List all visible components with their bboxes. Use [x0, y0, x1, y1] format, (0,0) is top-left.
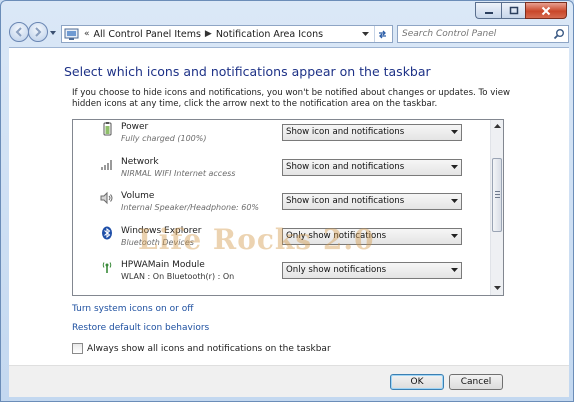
breadcrumb-separator-icon[interactable]: ▶: [205, 29, 212, 39]
always-show-option[interactable]: Always show all icons and notifications …: [72, 343, 331, 354]
thumb-grip: [495, 191, 500, 192]
list-item: HPWAMain Module WLAN : On Bluetooth(r) :…: [73, 258, 491, 292]
arrow-left-icon: [15, 27, 22, 37]
network-icon: [101, 160, 112, 170]
icon-description: WLAN : On Bluetooth(r) : On: [121, 272, 235, 281]
turn-system-icons-link[interactable]: Turn system icons on or off: [72, 304, 193, 314]
chevron-down-icon: [451, 165, 458, 169]
chevron-down-icon: [451, 130, 458, 134]
behavior-dropdown[interactable]: Show icon and notifications: [282, 124, 462, 141]
icon-description: Bluetooth Devices: [121, 238, 194, 247]
list-item: Volume Internal Speaker/Headphone: 60% S…: [73, 189, 491, 223]
volume-icon: [100, 191, 113, 205]
chevron-up-icon: [494, 124, 501, 128]
scroll-down-button[interactable]: [491, 282, 503, 295]
maximize-icon: [509, 6, 518, 15]
behavior-value: Only show notifications: [286, 265, 387, 275]
ok-button[interactable]: OK: [390, 374, 444, 390]
maximize-button[interactable]: [501, 2, 525, 19]
list-item: Power Fully charged (100%) Show icon and…: [73, 120, 491, 154]
address-history-dropdown[interactable]: [358, 26, 372, 42]
always-show-label[interactable]: Always show all icons and notifications …: [87, 344, 331, 354]
icon-description: Internal Speaker/Headphone: 60%: [121, 203, 260, 212]
breadcrumb-all-control-panel-items[interactable]: All Control Panel Items: [94, 29, 201, 40]
chevron-down-icon: [361, 31, 369, 36]
arrow-right-icon: [35, 27, 42, 37]
icon-name: Volume: [121, 191, 155, 201]
cancel-button[interactable]: Cancel: [449, 374, 503, 390]
always-show-checkbox[interactable]: [72, 343, 83, 354]
icon-name: HPWAMain Module: [121, 260, 205, 270]
bluetooth-icon: [102, 226, 112, 240]
breadcrumb-notification-area-icons[interactable]: Notification Area Icons: [216, 29, 323, 40]
thumb-grip: [495, 194, 500, 195]
list-scrollbar[interactable]: [490, 120, 503, 295]
page-title: Select which icons and notifications app…: [64, 64, 431, 79]
icon-description: Fully charged (100%): [121, 134, 207, 143]
close-button[interactable]: [525, 2, 567, 19]
power-icon: [103, 122, 112, 136]
scroll-up-button[interactable]: [491, 120, 503, 133]
intro-text: If you choose to hide icons and notifica…: [72, 88, 511, 109]
chevron-down-icon: [451, 234, 458, 238]
restore-defaults-link[interactable]: Restore default icon behaviors: [72, 323, 209, 333]
behavior-dropdown[interactable]: Show icon and notifications: [282, 159, 462, 176]
behavior-value: Only show notifications: [286, 231, 387, 241]
caption-buttons: [475, 2, 567, 19]
chevron-down-icon: [451, 199, 458, 203]
forward-button[interactable]: [28, 22, 48, 42]
control-panel-window: « All Control Panel Items ▶ Notification…: [0, 0, 574, 402]
back-button[interactable]: [9, 22, 29, 42]
behavior-dropdown[interactable]: Only show notifications: [282, 262, 462, 279]
refresh-button[interactable]: [374, 26, 390, 42]
behavior-value: Show icon and notifications: [286, 162, 405, 172]
icon-name: Network: [121, 157, 159, 167]
list-item: Network NIRMAL WIFI Internet access Show…: [73, 155, 491, 189]
wlan-antenna-icon: [102, 262, 112, 273]
icon-name: Power: [121, 122, 149, 132]
search-input[interactable]: [402, 29, 552, 39]
refresh-icon: [379, 30, 386, 38]
minimize-button[interactable]: [475, 2, 501, 19]
icon-description: NIRMAL WIFI Internet access: [121, 169, 236, 178]
behavior-value: Show icon and notifications: [286, 127, 405, 137]
minimize-icon: [484, 11, 493, 14]
chevron-down-icon: [494, 286, 501, 290]
notification-icons-list: Power Fully charged (100%) Show icon and…: [72, 119, 504, 296]
thumb-grip: [495, 197, 500, 198]
icon-name: Windows Explorer: [121, 226, 202, 236]
behavior-value: Show icon and notifications: [286, 196, 405, 206]
breadcrumb-overflow-chevron[interactable]: «: [84, 29, 90, 39]
search-icon[interactable]: [553, 28, 565, 40]
search-box[interactable]: [397, 25, 569, 43]
scroll-thumb[interactable]: [492, 158, 502, 232]
list-item: Windows Explorer Bluetooth Devices Only …: [73, 224, 491, 258]
chevron-down-icon: [451, 268, 458, 272]
close-icon: [541, 6, 551, 15]
behavior-dropdown[interactable]: Only show notifications: [282, 228, 462, 245]
recent-pages-dropdown-icon[interactable]: [49, 29, 57, 37]
address-bar[interactable]: « All Control Panel Items ▶ Notification…: [61, 25, 393, 43]
control-panel-icon: [64, 28, 79, 40]
behavior-dropdown[interactable]: Show icon and notifications: [282, 193, 462, 210]
